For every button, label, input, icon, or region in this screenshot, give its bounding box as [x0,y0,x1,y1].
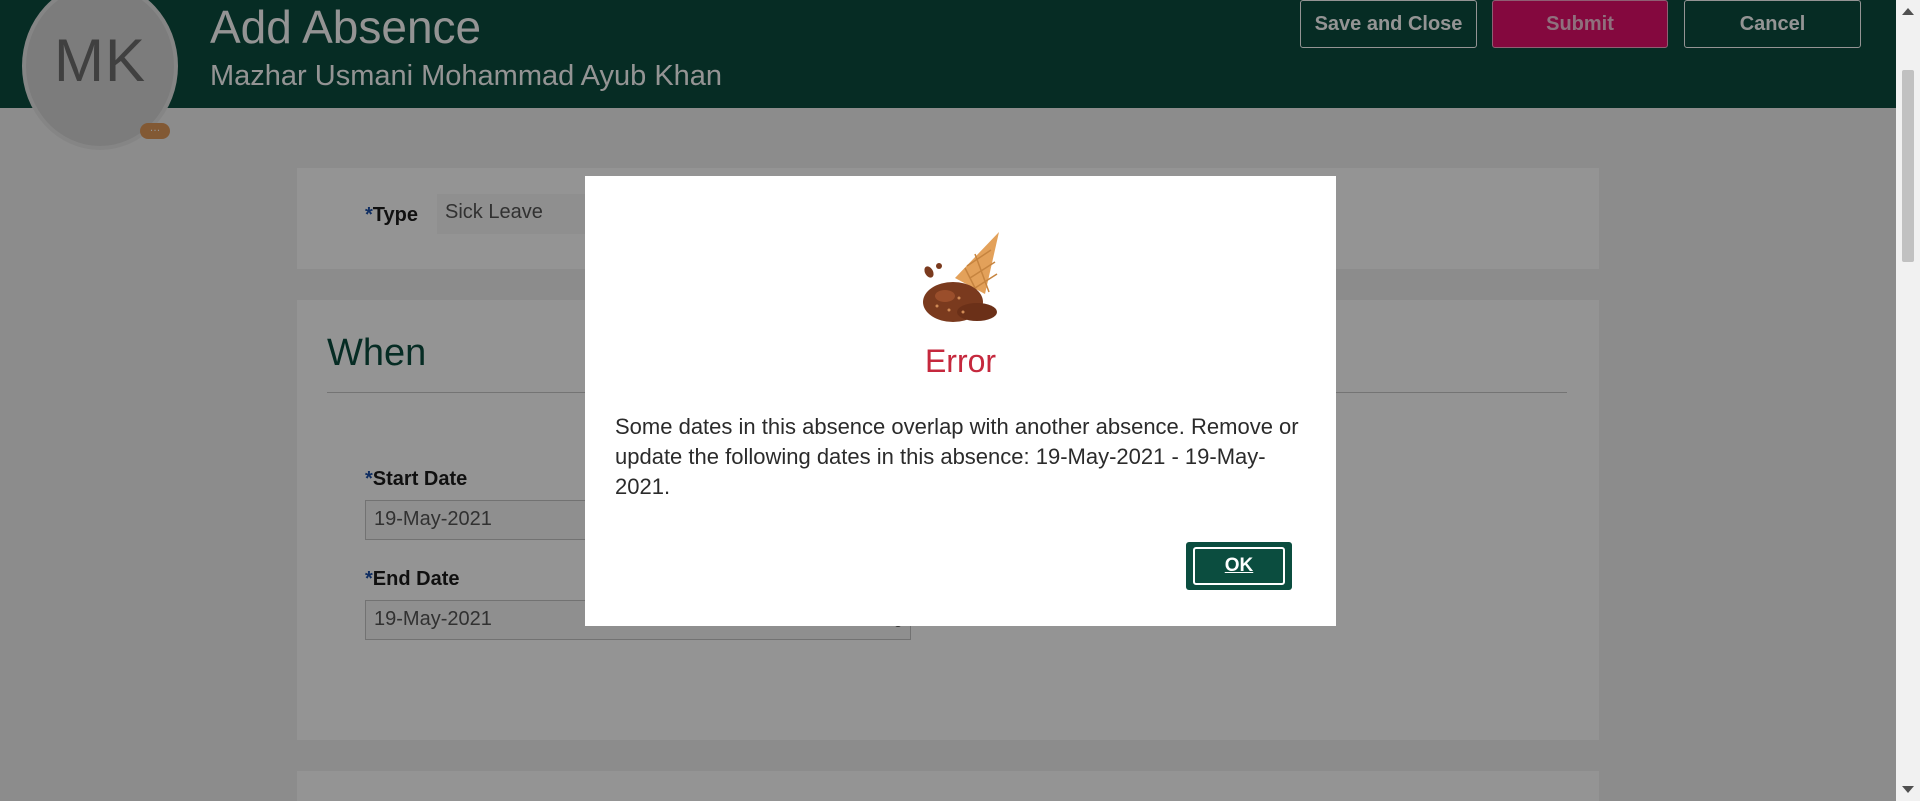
dropped-ice-cream-icon [923,232,999,322]
ok-label: OK [1224,555,1254,576]
vertical-scrollbar[interactable] [1896,0,1920,801]
dialog-title: Error [924,343,997,379]
error-dialog: Error Some dates in this absence overlap… [585,176,1336,626]
ok-button[interactable]: OK [1186,542,1292,590]
scroll-up-arrow-icon[interactable] [1902,8,1914,15]
dialog-message: Some dates in this absence overlap with … [615,414,1299,499]
scroll-down-arrow-icon[interactable] [1902,786,1914,793]
ok-button-focus-ring: OK [1193,547,1285,585]
scroll-thumb[interactable] [1902,70,1914,262]
